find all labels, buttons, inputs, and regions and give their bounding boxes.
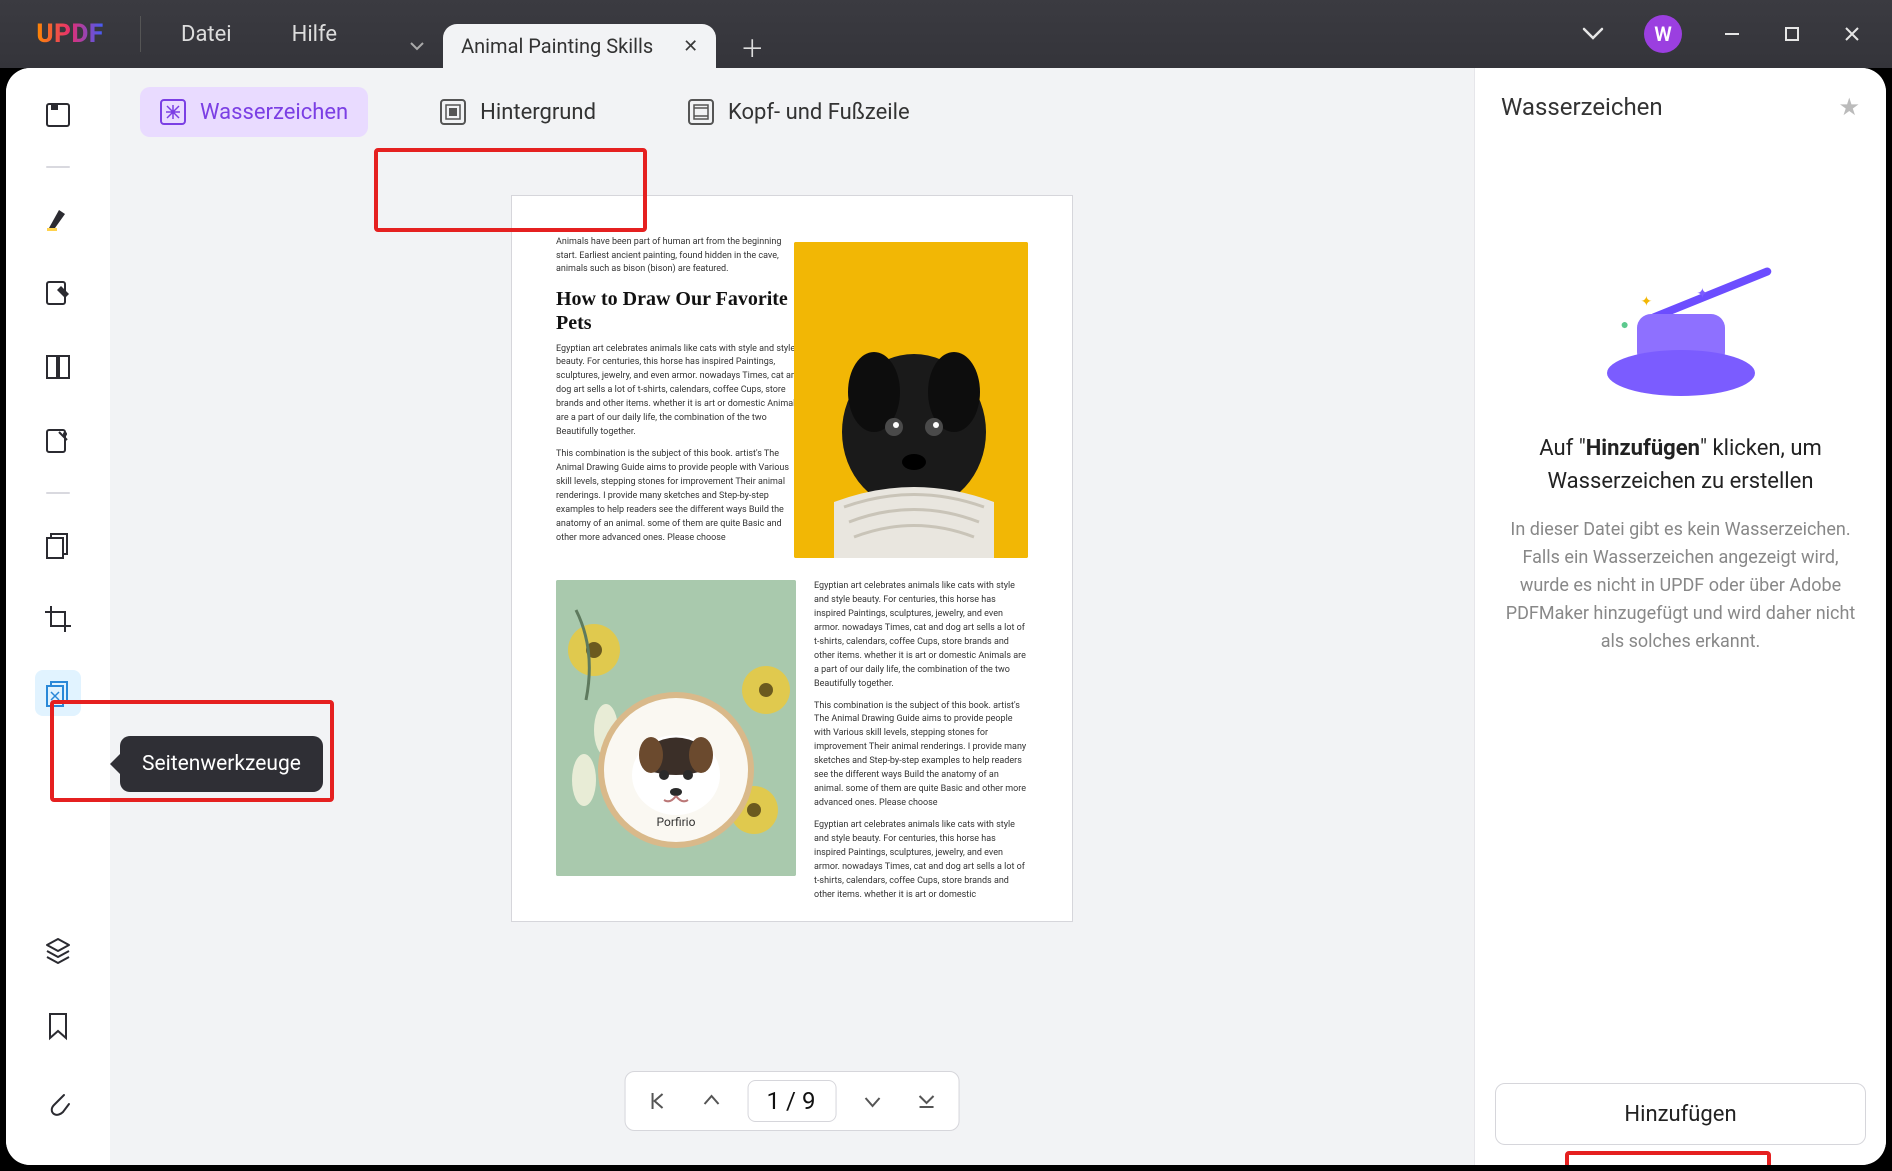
page-separator: / xyxy=(786,1087,798,1115)
sidebar-tooltip: Seitenwerkzeuge xyxy=(120,736,323,792)
magic-hat-illustration: ✦ ● ✦ ● xyxy=(1601,266,1761,406)
layers-icon[interactable] xyxy=(35,927,81,973)
crop-tool-icon[interactable] xyxy=(35,596,81,642)
pages-tool-icon[interactable] xyxy=(35,344,81,390)
tab-headerfooter-label: Kopf- und Fußzeile xyxy=(728,100,910,125)
window-close-icon[interactable] xyxy=(1842,24,1862,44)
total-pages: 9 xyxy=(802,1087,818,1115)
doc-paragraph: Egyptian art celebrates animals like cat… xyxy=(814,819,1028,903)
favorite-icon[interactable]: ★ xyxy=(1838,93,1860,121)
page-tools-icon[interactable] xyxy=(35,670,81,716)
document-tab[interactable]: Animal Painting Skills ✕ xyxy=(443,24,716,68)
edit-tool-icon[interactable] xyxy=(35,270,81,316)
logo-text: UPDF xyxy=(36,19,103,49)
document-canvas[interactable]: Animals have been part of human art from… xyxy=(110,156,1474,1165)
svg-text:Porfirio: Porfirio xyxy=(657,815,696,829)
form-tool-icon[interactable] xyxy=(35,418,81,464)
tab-background-label: Hintergrund xyxy=(480,100,596,125)
sidebar-separator xyxy=(46,166,70,168)
panel-title: Wasserzeichen xyxy=(1501,93,1663,121)
page-tools-tabs: Wasserzeichen Hintergrund Kopf- und Fußz… xyxy=(110,68,1474,156)
titlebar: UPDF Datei Hilfe Animal Painting Skills … xyxy=(0,0,1892,68)
tab-list-dropdown[interactable] xyxy=(397,24,437,68)
menu-file[interactable]: Datei xyxy=(181,22,232,47)
tab-background[interactable]: Hintergrund xyxy=(420,87,616,137)
doc-column2: Egyptian art celebrates animals like cat… xyxy=(814,580,1028,911)
add-tab-button[interactable]: ＋ xyxy=(730,24,774,68)
tab-title: Animal Painting Skills xyxy=(461,34,653,58)
tab-headerfooter[interactable]: Kopf- und Fußzeile xyxy=(668,87,930,137)
panel-headline: Auf "Hinzufügen" klicken, um Wasserzeich… xyxy=(1505,432,1856,498)
user-avatar[interactable]: W xyxy=(1644,15,1682,53)
document-page: Animals have been part of human art from… xyxy=(512,196,1072,921)
tab-watermark-label: Wasserzeichen xyxy=(200,100,348,125)
close-tab-icon[interactable]: ✕ xyxy=(683,36,698,57)
tab-watermark[interactable]: Wasserzeichen xyxy=(140,87,368,137)
last-page-button[interactable] xyxy=(908,1083,944,1119)
menu-help[interactable]: Hilfe xyxy=(292,22,337,47)
window-maximize-icon[interactable] xyxy=(1782,24,1802,44)
doc-intro: Animals have been part of human art from… xyxy=(556,236,801,277)
attachment-icon[interactable] xyxy=(35,1079,81,1125)
chevron-down-icon[interactable] xyxy=(1582,27,1604,41)
reader-tool-icon[interactable] xyxy=(35,92,81,138)
organize-tool-icon[interactable] xyxy=(35,522,81,568)
highlighter-tool-icon[interactable] xyxy=(35,196,81,242)
doc-image-pug xyxy=(794,242,1028,558)
page-navigator: 1 / 9 xyxy=(625,1071,960,1131)
watermark-icon xyxy=(160,99,186,125)
doc-paragraph: This combination is the subject of this … xyxy=(814,700,1028,812)
background-icon xyxy=(440,99,466,125)
doc-paragraph: Egyptian art celebrates animals like cat… xyxy=(556,343,801,441)
app-logo: UPDF xyxy=(0,0,140,68)
doc-heading: How to Draw Our Favorite Pets xyxy=(556,287,801,335)
first-page-button[interactable] xyxy=(640,1083,676,1119)
prev-page-button[interactable] xyxy=(694,1083,730,1119)
doc-paragraph: Egyptian art celebrates animals like cat… xyxy=(814,580,1028,692)
window-minimize-icon[interactable] xyxy=(1722,24,1742,44)
current-page: 1 xyxy=(767,1087,783,1115)
bookmark-icon[interactable] xyxy=(35,1003,81,1049)
page-indicator[interactable]: 1 / 9 xyxy=(748,1080,837,1122)
left-sidebar xyxy=(6,68,110,1165)
panel-description: In dieser Datei gibt es kein Wasserzeich… xyxy=(1505,516,1856,655)
add-watermark-button[interactable]: Hinzufügen xyxy=(1495,1083,1866,1145)
divider xyxy=(140,16,141,52)
watermark-panel: Wasserzeichen ★ ✦ ● ✦ ● Auf "Hinzufügen"… xyxy=(1474,68,1886,1165)
headerfooter-icon xyxy=(688,99,714,125)
doc-image-embroidery: Porfirio xyxy=(556,580,796,876)
sidebar-separator xyxy=(46,492,70,494)
next-page-button[interactable] xyxy=(854,1083,890,1119)
doc-paragraph: This combination is the subject of this … xyxy=(556,448,801,546)
